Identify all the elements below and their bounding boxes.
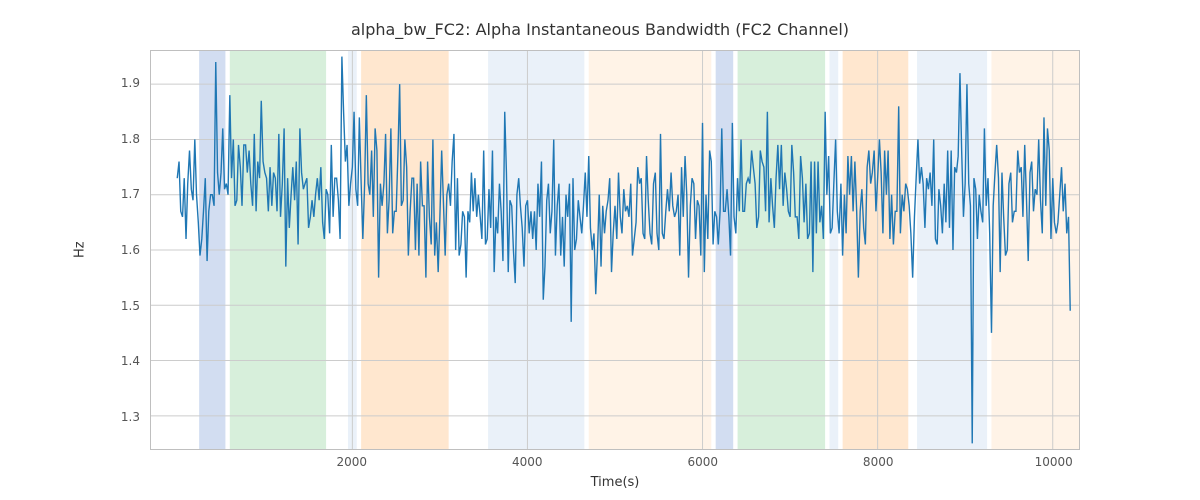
x-tick-label: 2000	[337, 455, 368, 469]
y-tick-label: 1.6	[121, 243, 140, 257]
chart-title: alpha_bw_FC2: Alpha Instantaneous Bandwi…	[0, 20, 1200, 39]
y-tick-label: 1.4	[121, 354, 140, 368]
y-tick-label: 1.8	[121, 132, 140, 146]
plot-svg	[151, 51, 1079, 449]
y-axis-label: Hz	[70, 50, 90, 450]
x-tick-label: 8000	[863, 455, 894, 469]
figure: alpha_bw_FC2: Alpha Instantaneous Bandwi…	[0, 0, 1200, 500]
y-tick-label: 1.7	[121, 187, 140, 201]
y-tick-label: 1.3	[121, 410, 140, 424]
y-tick-label: 1.5	[121, 299, 140, 313]
x-axis-label: Time(s)	[150, 475, 1080, 490]
x-tick-label: 4000	[512, 455, 543, 469]
x-tick-label: 10000	[1035, 455, 1073, 469]
x-tick-label: 6000	[687, 455, 718, 469]
plot-area	[150, 50, 1080, 450]
y-tick-label: 1.9	[121, 76, 140, 90]
